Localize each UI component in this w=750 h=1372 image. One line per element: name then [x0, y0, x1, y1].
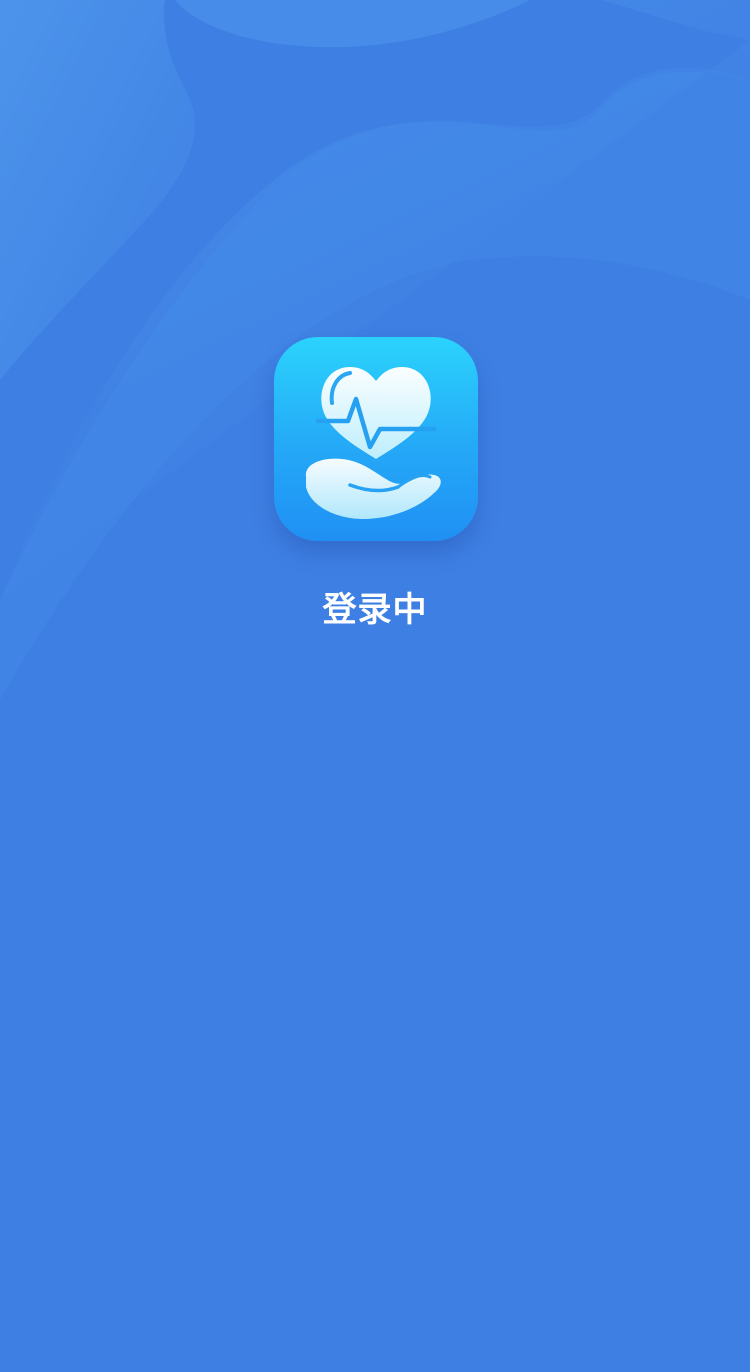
- app-icon: [274, 337, 478, 541]
- heart-pulse-hand-icon: [305, 367, 441, 519]
- background-wave-decoration: [0, 0, 750, 700]
- login-status-text: 登录中: [322, 590, 428, 630]
